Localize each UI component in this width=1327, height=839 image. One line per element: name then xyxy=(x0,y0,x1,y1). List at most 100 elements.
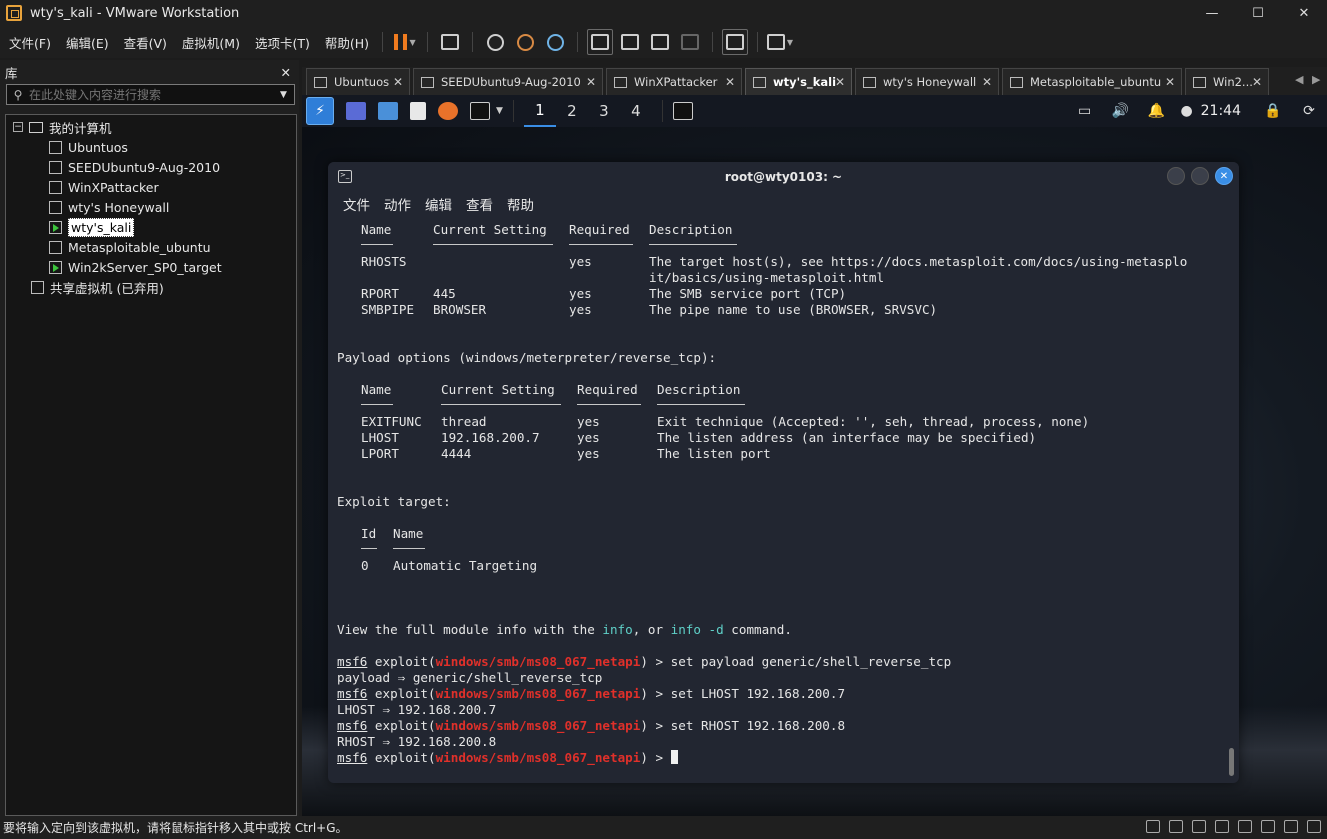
tab-close-icon[interactable]: ✕ xyxy=(835,75,845,89)
logout-icon[interactable]: ⟳ xyxy=(1291,103,1327,119)
workspace-2[interactable]: 2 xyxy=(556,95,588,127)
console-view-button[interactable] xyxy=(722,29,749,55)
tree-item-vm[interactable]: wty's Honeywall xyxy=(49,197,169,217)
network-adapter-icon[interactable] xyxy=(1192,820,1206,833)
unity-button[interactable] xyxy=(677,29,703,55)
terminal-launcher-icon[interactable] xyxy=(470,102,490,120)
col-header: Required xyxy=(569,222,630,237)
power-status-icon[interactable]: ● xyxy=(1175,103,1199,119)
close-icon[interactable]: ✕ xyxy=(1215,167,1233,185)
sound-card-icon[interactable] xyxy=(1238,820,1252,833)
show-library-button[interactable] xyxy=(587,29,614,55)
panel-separator xyxy=(661,100,663,122)
tree-item-vm[interactable]: WinXPattacker xyxy=(49,177,159,197)
snapshot-manager-button[interactable] xyxy=(542,29,568,55)
option-description: The pipe name to use (BROWSER, SRVSVC) xyxy=(649,302,938,317)
library-search-input[interactable] xyxy=(29,87,280,102)
tree-item-vm-selected[interactable]: wty's_kali xyxy=(49,217,135,237)
tab-scroll-left-icon[interactable]: ◀ xyxy=(1295,73,1303,86)
library-title: 库 xyxy=(5,65,18,81)
notification-bell-icon[interactable]: 🔔 xyxy=(1139,103,1175,119)
text-editor-icon[interactable] xyxy=(410,102,426,120)
terminal-menu-edit[interactable]: 编辑 xyxy=(425,194,452,214)
printer-icon[interactable] xyxy=(1261,820,1275,833)
tab-ubuntuos[interactable]: Ubuntuos ✕ xyxy=(306,68,410,95)
usb-icon[interactable] xyxy=(1215,820,1229,833)
chevron-down-icon[interactable]: ▼ xyxy=(787,38,793,47)
menu-edit[interactable]: 编辑(E) xyxy=(60,33,115,52)
command-text: set LHOST 192.168.200.7 xyxy=(670,686,846,701)
tab-close-icon[interactable]: ✕ xyxy=(1165,75,1175,89)
menu-tabs[interactable]: 选项卡(T) xyxy=(249,33,316,52)
tab-close-icon[interactable]: ✕ xyxy=(1252,75,1262,89)
menu-vm[interactable]: 虚拟机(M) xyxy=(176,33,246,52)
tree-item-vm[interactable]: Metasploitable_ubuntu xyxy=(49,237,211,257)
collapse-icon[interactable]: − xyxy=(13,122,23,132)
tab-winxpattacker[interactable]: WinXPattacker ✕ xyxy=(606,68,742,95)
firefox-icon[interactable] xyxy=(438,102,458,120)
current-prompt[interactable]: msf6 exploit(windows/smb/ms08_067_netapi… xyxy=(337,750,678,766)
send-ctrl-alt-del-button[interactable] xyxy=(437,29,463,55)
kali-menu-icon[interactable]: ⚡ xyxy=(306,97,334,125)
tree-item-shared-vms[interactable]: 共享虚拟机 (已弃用) xyxy=(31,277,164,297)
tab-close-icon[interactable]: ✕ xyxy=(393,75,403,89)
tab-scroll-right-icon[interactable]: ▶ xyxy=(1312,73,1320,86)
tree-item-vm[interactable]: Ubuntuos xyxy=(49,137,128,157)
workspace-1[interactable]: 1 xyxy=(523,95,556,127)
menu-view[interactable]: 查看(V) xyxy=(118,33,173,52)
tab-honeywall[interactable]: wty's Honeywall ✕ xyxy=(855,68,999,95)
tab-seedubuntu[interactable]: SEEDUbuntu9-Aug-2010 ✕ xyxy=(413,68,603,95)
prompt-text: exploit( xyxy=(367,654,436,669)
pause-button[interactable]: ▼ xyxy=(392,29,418,55)
command-output: payload ⇒ generic/shell_reverse_tcp xyxy=(337,670,603,685)
snapshot-button[interactable] xyxy=(482,29,508,55)
chevron-down-icon[interactable]: ▼ xyxy=(280,90,294,100)
maximize-icon[interactable] xyxy=(1191,167,1209,185)
tree-item-vm[interactable]: Win2kServer_SP0_target xyxy=(49,257,222,277)
chevron-down-icon[interactable]: ▼ xyxy=(496,106,503,116)
cd-drive-icon[interactable] xyxy=(1169,820,1183,833)
tab-label: wty's_kali xyxy=(773,75,837,89)
full-screen-button[interactable] xyxy=(647,29,673,55)
status-bar: 要将输入定向到该虚拟机，请将鼠标指针移入其中或按 Ctrl+G。 xyxy=(0,816,1327,839)
tree-item-vm[interactable]: SEEDUbuntu9-Aug-2010 xyxy=(49,157,220,177)
volume-icon[interactable]: 🔊 xyxy=(1103,103,1139,119)
stretch-button[interactable]: ▼ xyxy=(767,29,793,55)
terminal-scrollbar[interactable] xyxy=(1229,748,1234,776)
terminal-menu-help[interactable]: 帮助 xyxy=(507,194,534,214)
tree-item-my-computer[interactable]: − 我的计算机 xyxy=(13,117,112,137)
terminal-menu-file[interactable]: 文件 xyxy=(343,194,370,214)
menu-file[interactable]: 文件(F) xyxy=(3,33,57,52)
command-text: set RHOST 192.168.200.8 xyxy=(670,718,846,733)
minimize-icon[interactable] xyxy=(1167,167,1185,185)
menu-help[interactable]: 帮助(H) xyxy=(319,33,375,52)
library-close-icon[interactable]: ✕ xyxy=(281,65,291,80)
toolbar-separator xyxy=(382,32,384,52)
desktop-icon[interactable] xyxy=(346,102,366,120)
revert-snapshot-button[interactable] xyxy=(512,29,538,55)
file-manager-icon[interactable] xyxy=(378,102,398,120)
header-underline xyxy=(433,244,553,245)
network-icon[interactable]: ▭ xyxy=(1067,103,1103,119)
display-icon[interactable] xyxy=(1284,820,1298,833)
tab-close-icon[interactable]: ✕ xyxy=(982,75,992,89)
workspace-4[interactable]: 4 xyxy=(620,95,652,127)
close-icon[interactable]: ✕ xyxy=(1281,0,1327,26)
tab-close-icon[interactable]: ✕ xyxy=(586,75,596,89)
tab-win2k[interactable]: Win2... ✕ xyxy=(1185,68,1269,95)
tab-wtys-kali[interactable]: wty's_kali ✕ xyxy=(745,68,852,95)
message-icon[interactable] xyxy=(1307,820,1321,833)
tab-metasploitable[interactable]: Metasploitable_ubuntu ✕ xyxy=(1002,68,1182,95)
maximize-icon[interactable]: ☐ xyxy=(1235,0,1281,26)
terminal-window-icon[interactable] xyxy=(672,102,693,120)
terminal-window[interactable]: >_ root@wty0103: ~ ✕ 文件 动作 编辑 查看 帮助 Name… xyxy=(328,162,1239,783)
tab-close-icon[interactable]: ✕ xyxy=(725,75,735,89)
terminal-menu-actions[interactable]: 动作 xyxy=(384,194,411,214)
terminal-menu-view[interactable]: 查看 xyxy=(466,194,493,214)
thumbnail-bar-button[interactable] xyxy=(617,29,643,55)
minimize-icon[interactable]: — xyxy=(1189,0,1235,26)
hard-disk-icon[interactable] xyxy=(1146,820,1160,833)
workspace-3[interactable]: 3 xyxy=(588,95,620,127)
lock-icon[interactable]: 🔒 xyxy=(1255,103,1291,119)
chevron-down-icon[interactable]: ▼ xyxy=(409,38,415,47)
